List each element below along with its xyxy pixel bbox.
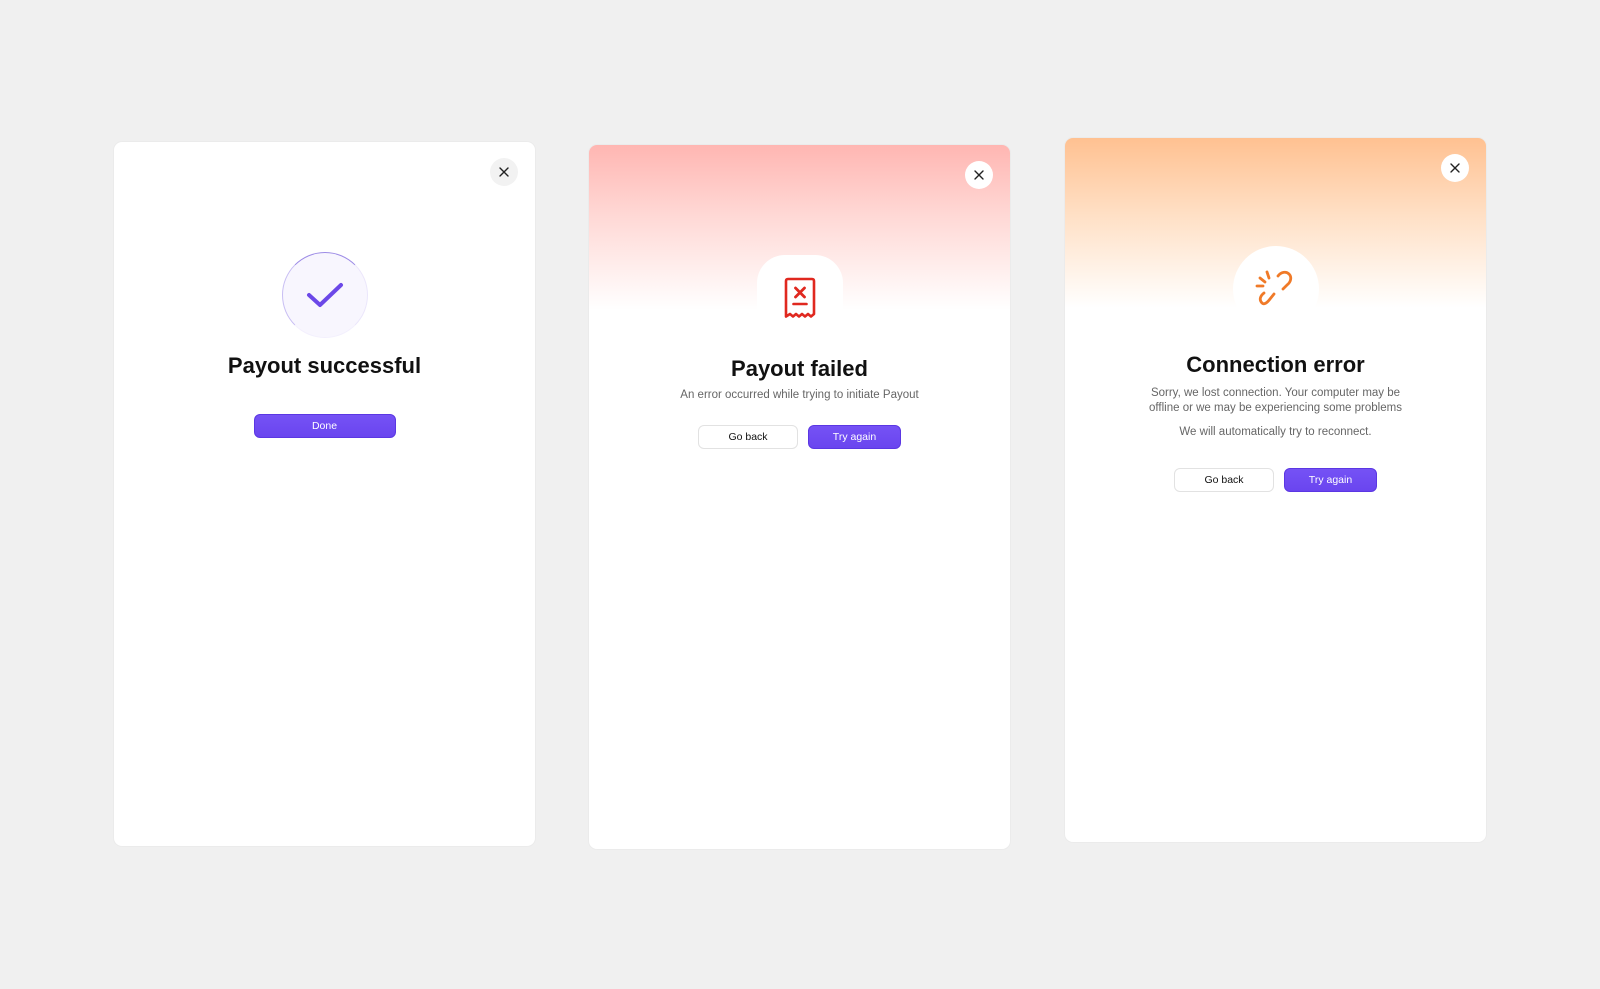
payout-successful-dialog: Payout successful Done [114, 142, 535, 846]
close-icon [499, 167, 509, 177]
go-back-button[interactable]: Go back [698, 425, 798, 449]
close-icon [1450, 163, 1460, 173]
description-line-1: Sorry, we lost connection. Your computer… [1150, 387, 1401, 399]
broken-link-icon [1255, 270, 1292, 306]
error-icon-badge [756, 255, 843, 341]
failed-receipt-icon [784, 277, 815, 318]
try-again-button[interactable]: Try again [808, 425, 901, 449]
payout-failed-dialog: Payout failed An error occurred while tr… [589, 145, 1010, 849]
dialog-title: Payout failed [731, 356, 868, 381]
button-row: Done [114, 414, 535, 438]
dialog-title: Connection error [1186, 352, 1365, 377]
dialog-description: An error occurred while trying to initia… [680, 389, 919, 401]
close-button[interactable] [1441, 154, 1469, 182]
dialog-title: Payout successful [227, 353, 422, 378]
done-button[interactable]: Done [253, 414, 396, 438]
close-button[interactable] [490, 158, 518, 186]
warning-icon-badge [1232, 246, 1319, 332]
success-icon-badge [281, 252, 368, 338]
try-again-button[interactable]: Try again [1284, 468, 1377, 492]
button-row: Go back Try again [1065, 468, 1486, 492]
close-icon [974, 170, 984, 180]
button-row: Go back Try again [589, 425, 1010, 449]
reconnect-note: We will automatically try to reconnect. [1179, 426, 1372, 438]
close-button[interactable] [965, 161, 993, 189]
checkmark-icon [306, 283, 343, 307]
description-line-2: offline or we may be experiencing some p… [1149, 402, 1402, 414]
dialog-description: Sorry, we lost connection. Your computer… [1065, 386, 1486, 416]
connection-error-dialog: Connection error Sorry, we lost connecti… [1065, 138, 1486, 842]
go-back-button[interactable]: Go back [1174, 468, 1274, 492]
